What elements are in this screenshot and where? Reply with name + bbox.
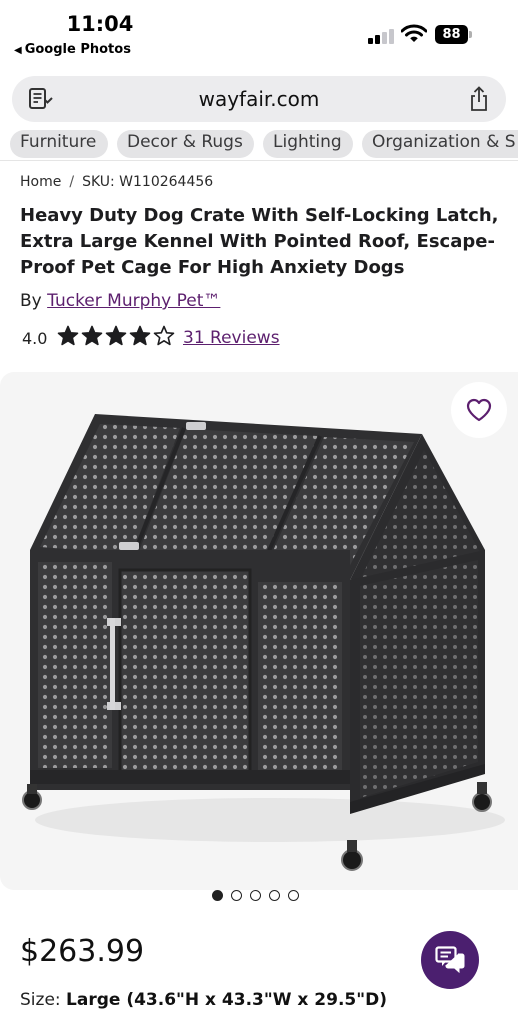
brand-link[interactable]: Tucker Murphy Pet™ (47, 291, 220, 311)
chat-button[interactable] (421, 931, 479, 989)
breadcrumb-home[interactable]: Home (20, 174, 61, 190)
reviews-link[interactable]: 31 Reviews (183, 328, 280, 348)
back-app-label: Google Photos (24, 42, 131, 57)
category-nav: Furniture Decor & Rugs Lighting Organiza… (0, 130, 518, 160)
chat-icon (435, 946, 465, 974)
divider (0, 160, 518, 161)
rating-value: 4.0 (22, 329, 48, 348)
carousel-dots (212, 890, 312, 902)
size-value: Large (43.6"H x 43.3"W x 29.5"D) (66, 990, 387, 1010)
star-filled-icon (105, 325, 127, 346)
star-rating (57, 325, 177, 349)
product-image (22, 414, 505, 871)
star-empty-icon (153, 325, 175, 346)
carousel-dot[interactable] (231, 890, 242, 901)
carousel-dot[interactable] (288, 890, 299, 901)
breadcrumb-sku: SKU: W110264456 (82, 174, 214, 190)
carousel-dot[interactable] (269, 890, 280, 901)
size-label: Size: (20, 990, 61, 1010)
product-image-carousel[interactable] (0, 372, 518, 890)
status-bar: 11:04 ◀ Google Photos 88 (0, 0, 518, 70)
star-filled-icon (57, 325, 79, 346)
category-chip-furniture[interactable]: Furniture (10, 130, 108, 158)
breadcrumb: Home / SKU: W110264456 (20, 174, 213, 190)
back-triangle-icon: ◀ (14, 45, 22, 56)
product-title: Heavy Duty Dog Crate With Self-Locking L… (20, 205, 499, 278)
favorite-button[interactable] (451, 382, 507, 438)
size-row[interactable]: Size: Large (43.6"H x 43.3"W x 29.5"D) (20, 990, 387, 1010)
product-price: $263.99 (20, 934, 145, 969)
category-chip-decor-rugs[interactable]: Decor & Rugs (117, 130, 254, 158)
status-time: 11:04 (66, 12, 134, 36)
by-prefix: By (20, 291, 42, 311)
url-text: wayfair.com (198, 87, 320, 111)
battery-indicator: 88 (435, 25, 468, 44)
battery-tip (469, 31, 472, 38)
wifi-icon (401, 24, 427, 42)
heart-icon (466, 398, 492, 422)
back-to-app-link[interactable]: ◀ Google Photos (14, 42, 131, 57)
category-chip-organization[interactable]: Organization & S (362, 130, 518, 158)
category-chip-lighting[interactable]: Lighting (263, 130, 353, 158)
address-bar[interactable]: wayfair.com (12, 76, 506, 122)
star-filled-icon (81, 325, 103, 346)
carousel-dot[interactable] (250, 890, 261, 901)
star-filled-icon (129, 325, 151, 346)
share-icon[interactable] (468, 86, 490, 112)
cellular-signal-icon (368, 28, 396, 44)
carousel-dot[interactable] (212, 890, 223, 901)
brand-line: By Tucker Murphy Pet™ (20, 291, 220, 311)
breadcrumb-separator: / (69, 174, 75, 190)
